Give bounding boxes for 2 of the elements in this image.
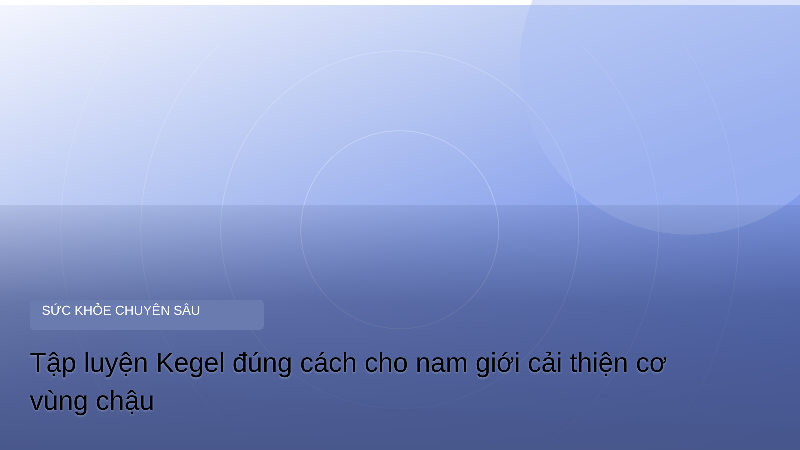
category-badge: SỨC KHỎE CHUYÊN SÂU xyxy=(30,300,264,330)
article-title: Tập luyện Kegel đúng cách cho nam giới cải thiện cơ vùng chậu xyxy=(30,347,668,418)
